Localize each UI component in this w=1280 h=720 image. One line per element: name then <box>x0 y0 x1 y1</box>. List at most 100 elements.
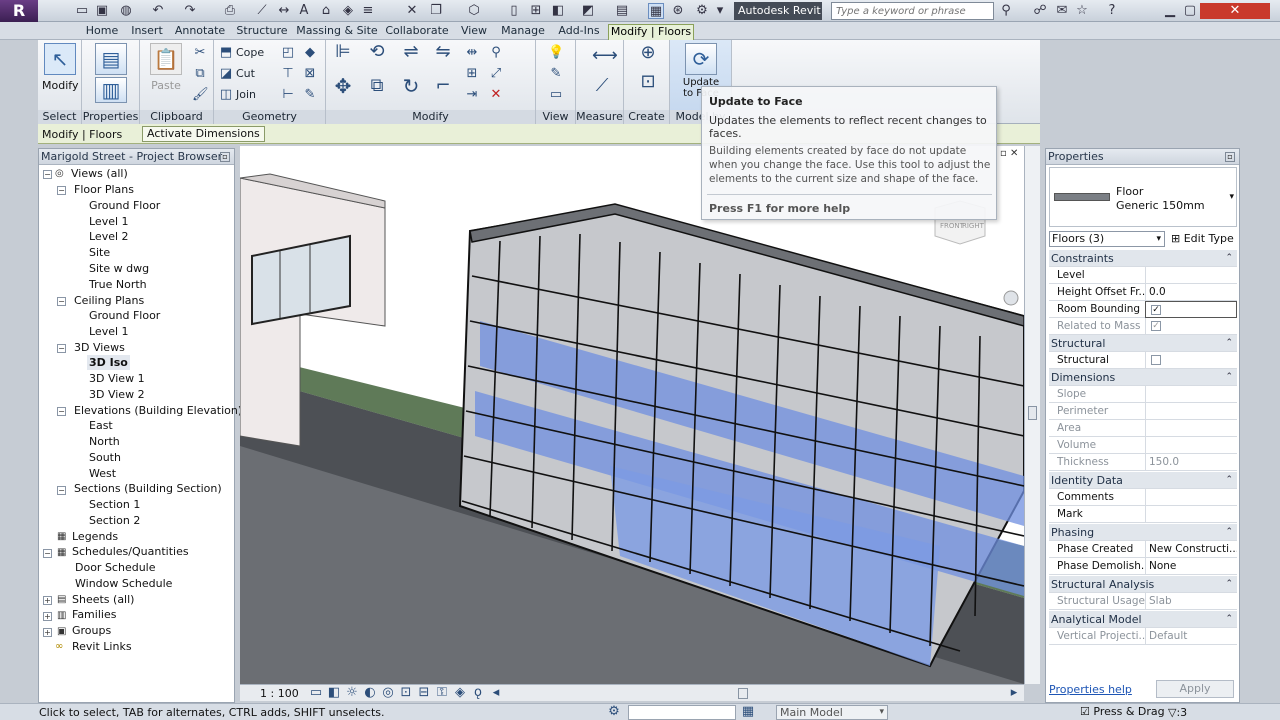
tree-item-window-schedule[interactable]: Window Schedule <box>75 576 172 591</box>
move-icon[interactable]: ✥ <box>332 76 354 100</box>
paste-button[interactable]: 📋 Paste <box>146 43 186 92</box>
floor-icon[interactable]: ▦ <box>648 3 664 19</box>
sync-icon[interactable]: ◍ <box>118 3 134 19</box>
shadows-icon[interactable]: ◐ <box>362 685 378 701</box>
room-bounding-field[interactable]: ✓ <box>1145 301 1237 318</box>
edit-type-button[interactable]: ⊞ Edit Type <box>1171 231 1234 247</box>
tree-item-legends[interactable]: Legends <box>72 529 118 544</box>
hide-icon[interactable]: ▭ <box>548 87 564 103</box>
press-drag-toggle[interactable]: ☑ Press & Drag <box>1080 705 1165 718</box>
minimize-icon[interactable]: ▁ <box>1162 3 1178 19</box>
restore-view-icon[interactable]: ▫ ✕ <box>1000 148 1018 159</box>
design-option-dropdown[interactable]: Main Model ▾ <box>776 705 888 720</box>
vertical-scrollbar[interactable] <box>1024 146 1040 684</box>
door-icon[interactable]: ▯ <box>506 3 522 19</box>
tree-item-north[interactable]: North <box>89 434 120 449</box>
collapse-icon[interactable]: − <box>57 344 66 353</box>
section-icon[interactable]: ◈ <box>340 3 356 19</box>
chevron-down-icon[interactable]: ▾ <box>1229 192 1234 202</box>
property-value[interactable]: New Constructi... <box>1145 541 1237 558</box>
settings-icon[interactable]: ⚙ <box>694 3 710 19</box>
tree-item-section-1[interactable]: Section 1 <box>89 497 140 512</box>
paint-icon[interactable]: ◆ <box>302 45 318 61</box>
pin-icon[interactable]: ⚲ <box>488 45 504 61</box>
collapse-icon[interactable]: − <box>57 186 66 195</box>
tree-item-section-2[interactable]: Section 2 <box>89 513 140 528</box>
tab-insert[interactable]: Insert <box>127 24 167 40</box>
rotate-icon[interactable]: ↻ <box>400 76 422 100</box>
create-similar-icon[interactable]: ⊕ <box>638 44 658 65</box>
search-input[interactable] <box>831 2 994 20</box>
favorites-icon[interactable]: ☆ <box>1074 3 1090 19</box>
type-properties-button[interactable]: ▤ <box>94 43 128 75</box>
match-type-icon[interactable]: 🖌 <box>192 87 209 103</box>
reveal-icon[interactable]: ǫ <box>470 685 486 701</box>
window-icon[interactable]: ⊞ <box>528 3 544 19</box>
lightbulb-icon[interactable]: 💡 <box>548 45 564 61</box>
tree-item-ceiling-level-1[interactable]: Level 1 <box>89 324 129 339</box>
application-menu-button[interactable]: R <box>0 0 38 22</box>
align-icon[interactable]: ⊫ <box>332 43 354 66</box>
create-group-icon[interactable]: ⊡ <box>638 73 658 94</box>
worksets-icon[interactable]: ⚙ <box>606 704 622 720</box>
visual-style-icon[interactable]: ◧ <box>326 685 342 701</box>
property-value[interactable]: 0.0 <box>1145 284 1237 301</box>
tab-manage[interactable]: Manage <box>498 24 548 40</box>
measure-tape-icon[interactable]: ⟷ <box>592 47 618 68</box>
property-value[interactable] <box>1145 489 1237 506</box>
tab-structure[interactable]: Structure <box>234 24 290 40</box>
category-analytical-model[interactable]: Analytical Model ⌃ <box>1049 611 1237 628</box>
collapse-icon[interactable]: − <box>57 486 66 495</box>
collapse-icon[interactable]: − <box>43 549 52 558</box>
property-value[interactable] <box>1145 267 1237 284</box>
tree-item-groups[interactable]: Groups <box>72 623 111 638</box>
sun-path-icon[interactable]: ☼ <box>344 685 360 701</box>
cut-geometry-button[interactable]: Cut <box>236 66 255 82</box>
visibility-icon[interactable]: ▤ <box>614 3 630 19</box>
open-icon[interactable]: ▭ <box>74 3 90 19</box>
close-panel-icon[interactable]: ▫ <box>1225 152 1235 162</box>
type-selector[interactable]: Floor Generic 150mm ▾ <box>1049 167 1237 227</box>
apply-button[interactable]: Apply <box>1156 680 1234 698</box>
tree-item-3d-views[interactable]: 3D Views <box>74 340 125 355</box>
text-icon[interactable]: A <box>296 3 312 19</box>
modify-button[interactable]: ↖ Modify <box>42 43 78 92</box>
tab-annotate[interactable]: Annotate <box>172 24 228 40</box>
join-button[interactable]: Join <box>236 87 256 103</box>
close-icon[interactable]: ✕ <box>1200 3 1270 19</box>
split-face-icon[interactable]: ◰ <box>280 45 296 61</box>
tab-home[interactable]: Home <box>82 24 122 40</box>
filter-count[interactable]: ▽:3 <box>1168 706 1187 719</box>
category-phasing[interactable]: Phasing ⌃ <box>1049 524 1237 541</box>
tree-item-3d-view-1[interactable]: 3D View 1 <box>89 371 145 386</box>
tree-item-floor-plans[interactable]: Floor Plans <box>74 182 134 197</box>
dimension-icon[interactable]: ↔ <box>276 3 292 19</box>
binoculars-icon[interactable]: ⚲ <box>998 3 1014 19</box>
subscription-icon[interactable]: ☍ <box>1032 3 1048 19</box>
undo-icon[interactable]: ↶ <box>150 3 166 19</box>
shape-icon[interactable]: ⬡ <box>466 3 482 19</box>
expand-icon[interactable]: + <box>43 628 52 637</box>
array-icon[interactable]: ⊞ <box>464 66 480 82</box>
property-value[interactable] <box>1145 506 1237 523</box>
mirror-axis-icon[interactable]: ⇌ <box>400 43 422 66</box>
tree-item-level-2[interactable]: Level 2 <box>89 229 129 244</box>
property-value[interactable]: None <box>1145 558 1237 575</box>
activate-dimensions-button[interactable]: Activate Dimensions <box>142 126 265 142</box>
measure-icon[interactable]: ⟋ <box>254 3 270 19</box>
category-structural-analysis[interactable]: Structural Analysis ⌃ <box>1049 576 1237 593</box>
tree-item-level-1[interactable]: Level 1 <box>89 214 129 229</box>
edit-icon[interactable]: ✎ <box>302 87 318 103</box>
detail-level-icon[interactable]: ▭ <box>308 685 324 701</box>
tree-item-ceiling-plans[interactable]: Ceiling Plans <box>74 293 144 308</box>
tree-item-ground-floor[interactable]: Ground Floor <box>89 198 160 213</box>
trim-icon[interactable]: ⌐ <box>432 77 454 100</box>
tab-add-ins[interactable]: Add-Ins <box>554 24 604 40</box>
redo-icon[interactable]: ↷ <box>182 3 198 19</box>
override-graphics-icon[interactable]: ✎ <box>548 66 564 82</box>
cope-button[interactable]: Cope <box>236 45 264 61</box>
scroll-right-icon[interactable]: ▸ <box>1006 685 1022 701</box>
hide-isolate-icon[interactable]: ◈ <box>452 685 468 701</box>
workset-dropdown[interactable] <box>628 705 736 720</box>
close-windows-icon[interactable]: ✕ <box>404 3 420 19</box>
